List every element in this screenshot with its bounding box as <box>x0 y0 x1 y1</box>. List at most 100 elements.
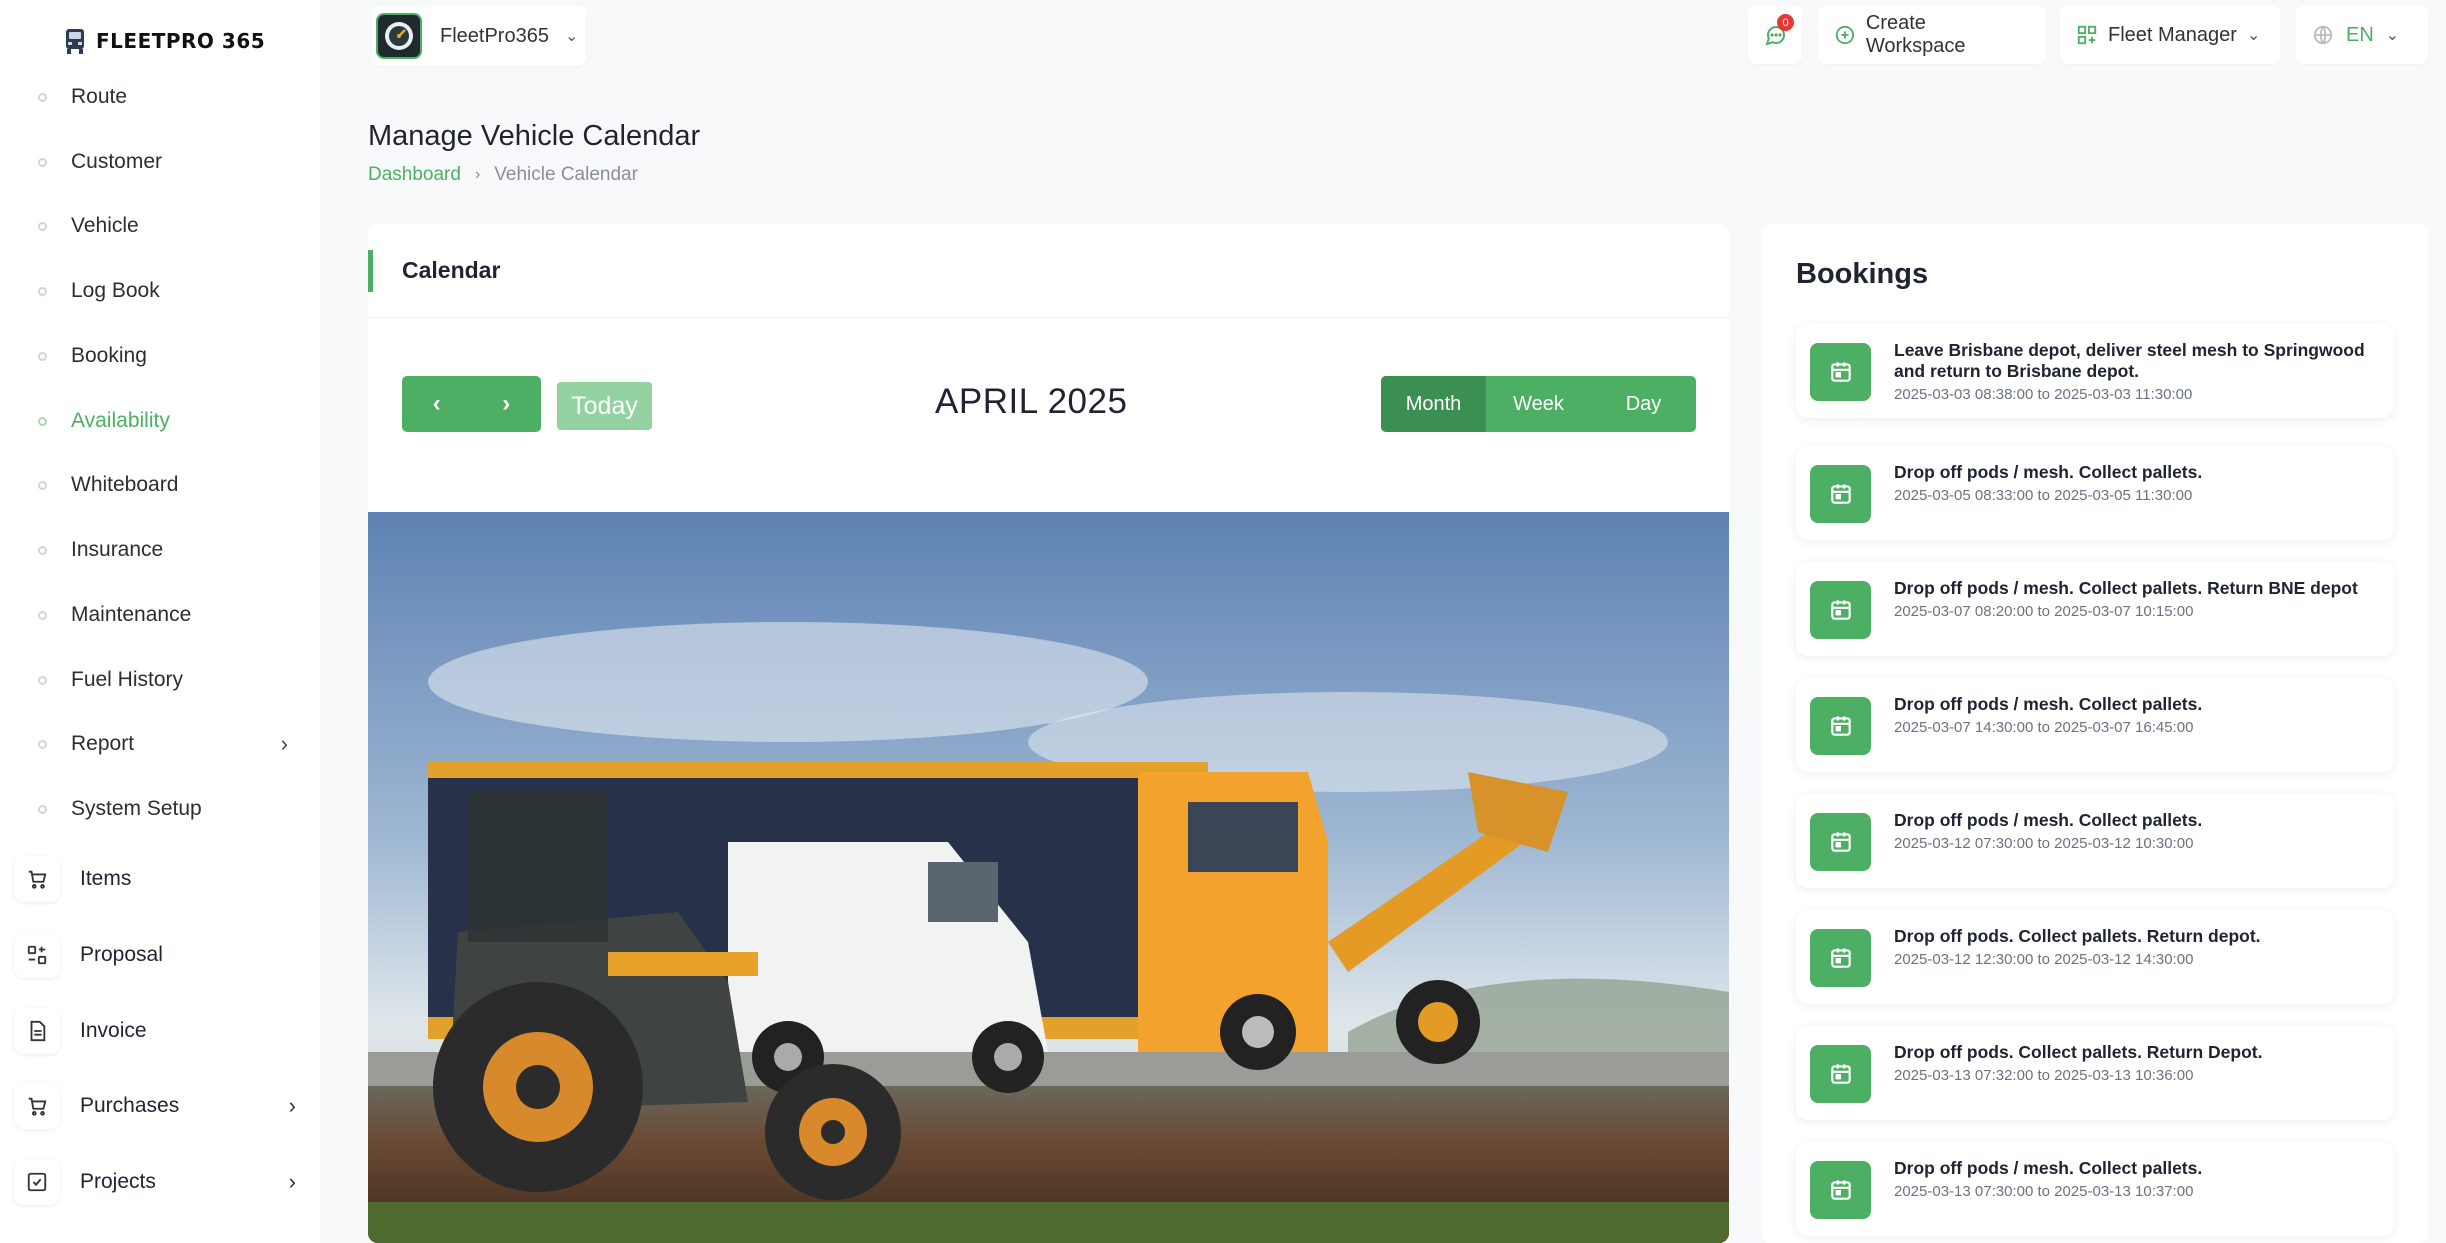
create-workspace-button[interactable]: Create Workspace <box>1818 6 2046 64</box>
booking-time: 2025-03-05 08:33:00 to 2025-03-05 11:30:… <box>1894 487 2193 504</box>
view-day-button[interactable]: Day <box>1591 376 1696 432</box>
sidebar-item-maintenance[interactable]: Maintenance <box>38 600 288 630</box>
invoice-icon <box>14 1008 60 1054</box>
breadcrumb: Dashboard › Vehicle Calendar <box>368 164 638 186</box>
booking-description: Drop off pods / mesh. Collect pallets. <box>1894 810 2203 830</box>
sidebar-item-label: Proposal <box>80 943 163 966</box>
today-button[interactable]: Today <box>557 382 652 430</box>
booking-item[interactable]: Drop off pods / mesh. Collect pallets. R… <box>1796 562 2394 656</box>
calendar-card-title: Calendar <box>402 257 501 283</box>
sidebar-item-customer[interactable]: Customer <box>38 147 288 177</box>
breadcrumb-current: Vehicle Calendar <box>494 164 638 185</box>
sidebar-item-fuel-history[interactable]: Fuel History <box>38 665 288 695</box>
role-switcher[interactable]: Fleet Manager ⌄ <box>2060 6 2280 64</box>
sidebar-item-whiteboard[interactable]: Whiteboard <box>38 470 288 500</box>
page-title: Manage Vehicle Calendar <box>368 120 701 152</box>
sidebar-item-label: Log Book <box>71 279 160 302</box>
globe-icon <box>2313 25 2333 45</box>
booking-item[interactable]: Leave Brisbane depot, deliver steel mesh… <box>1796 324 2394 418</box>
booking-text: Drop off pods / mesh. Collect pallets. 20… <box>1894 462 2384 504</box>
chevron-right-icon: › <box>288 1093 296 1118</box>
bookings-card: Bookings Leave Brisbane depot, deliver s… <box>1762 224 2428 1243</box>
booking-item[interactable]: Drop off pods / mesh. Collect pallets. 20… <box>1796 794 2394 888</box>
calendar-icon <box>1810 813 1871 871</box>
accent-bar <box>368 250 373 292</box>
booking-text: Drop off pods / mesh. Collect pallets. 20… <box>1894 1158 2384 1200</box>
view-month-button[interactable]: Month <box>1381 376 1486 432</box>
brand-logo[interactable]: FLEETPRO 365 <box>64 26 265 56</box>
sidebar-item-label: Purchases <box>80 1094 180 1117</box>
booking-description: Drop off pods / mesh. Collect pallets. <box>1894 462 2203 482</box>
bullet-icon <box>38 221 47 231</box>
calendar-icon <box>1810 343 1871 401</box>
sidebar-item-label: Insurance <box>71 538 164 561</box>
fleet-vehicles-image <box>368 512 1729 1243</box>
sidebar-item-label: Report <box>71 732 135 755</box>
chevron-right-icon: › <box>288 1169 296 1194</box>
breadcrumb-dashboard-link[interactable]: Dashboard <box>368 164 461 186</box>
booking-text: Drop off pods / mesh. Collect pallets. 20… <box>1894 694 2384 736</box>
sidebar-item-log-book[interactable]: Log Book <box>38 276 288 306</box>
bookings-title: Bookings <box>1796 258 1929 290</box>
sidebar-item-items[interactable]: Items <box>14 856 296 902</box>
booking-item[interactable]: Drop off pods / mesh. Collect pallets. 20… <box>1796 446 2394 540</box>
proposal-icon <box>14 932 60 978</box>
sidebar-item-system-setup[interactable]: System Setup <box>38 794 288 824</box>
sidebar-item-invoice[interactable]: Invoice <box>14 1008 296 1054</box>
sidebar-item-report[interactable]: Report › <box>38 729 288 759</box>
language-switcher[interactable]: EN ⌄ <box>2296 6 2428 64</box>
prev-month-button[interactable]: ‹ <box>402 376 472 432</box>
calendar-icon <box>1810 465 1871 523</box>
bullet-icon <box>38 610 47 620</box>
chevron-down-icon: ⌄ <box>2385 27 2400 44</box>
calendar-card: Calendar ‹ › Today APRIL 2025 Month Week… <box>368 224 1729 1243</box>
sidebar-item-label: Projects <box>80 1170 156 1193</box>
sidebar-item-label: Route <box>71 85 128 108</box>
booking-item[interactable]: Drop off pods. Collect pallets. Return D… <box>1796 1026 2394 1120</box>
sidebar-item-label: Availability <box>71 409 170 432</box>
sidebar-item-label: Fuel History <box>71 668 184 691</box>
calendar-icon <box>1810 697 1871 755</box>
booking-item[interactable]: Drop off pods / mesh. Collect pallets. 20… <box>1796 678 2394 772</box>
bullet-icon <box>38 545 47 555</box>
calendar-toolbar: ‹ › Today APRIL 2025 Month Week Day <box>368 318 1729 506</box>
sidebar-item-route[interactable]: Route <box>38 82 288 112</box>
checkbox-icon <box>14 1159 60 1205</box>
booking-time: 2025-03-03 08:38:00 to 2025-03-03 11:30:… <box>1894 386 2193 403</box>
chevron-down-icon: ⌄ <box>2246 27 2261 44</box>
next-month-button[interactable]: › <box>472 376 542 432</box>
bullet-icon <box>38 804 47 814</box>
sidebar-item-purchases[interactable]: Purchases › <box>14 1083 296 1129</box>
sidebar-item-projects[interactable]: Projects › <box>14 1159 296 1205</box>
booking-item[interactable]: Drop off pods / mesh. Collect pallets. 20… <box>1796 1142 2394 1236</box>
sidebar-item-vehicle[interactable]: Vehicle <box>38 211 288 241</box>
bullet-icon <box>38 92 47 102</box>
chevron-down-icon: ⌄ <box>564 28 579 45</box>
calendar-nav-group: ‹ › <box>402 376 541 432</box>
workspace-name: FleetPro365 <box>440 24 549 47</box>
sidebar-item-label: Items <box>80 867 132 890</box>
calendar-month-label: APRIL 2025 <box>935 382 1128 421</box>
cart-icon <box>14 1083 60 1129</box>
role-label: Fleet Manager <box>2108 23 2237 46</box>
cart-icon <box>14 856 60 902</box>
booking-text: Drop off pods / mesh. Collect pallets. R… <box>1894 578 2384 620</box>
calendar-icon <box>1810 1161 1871 1219</box>
sidebar-item-label: Invoice <box>80 1019 147 1042</box>
sidebar-item-booking[interactable]: Booking <box>38 341 288 371</box>
workspace-switcher[interactable]: FleetPro365 ⌄ <box>372 6 586 66</box>
booking-time: 2025-03-07 08:20:00 to 2025-03-07 10:15:… <box>1894 603 2194 620</box>
dashboard-icon <box>2077 25 2097 45</box>
bullet-icon <box>38 675 47 685</box>
sidebar-item-insurance[interactable]: Insurance <box>38 535 288 565</box>
view-week-button[interactable]: Week <box>1486 376 1591 432</box>
booking-text: Drop off pods. Collect pallets. Return D… <box>1894 1042 2384 1084</box>
sidebar-item-proposal[interactable]: Proposal <box>14 932 296 978</box>
sidebar-item-availability[interactable]: Availability <box>38 406 288 436</box>
messages-button[interactable]: 0 <box>1748 6 1802 64</box>
booking-item[interactable]: Drop off pods. Collect pallets. Return d… <box>1796 910 2394 1004</box>
booking-time: 2025-03-12 07:30:00 to 2025-03-12 10:30:… <box>1894 835 2194 852</box>
brand-name: FLEETPRO 365 <box>96 29 266 53</box>
create-workspace-label: Create Workspace <box>1865 12 1966 57</box>
sidebar-item-label: Booking <box>71 344 147 367</box>
